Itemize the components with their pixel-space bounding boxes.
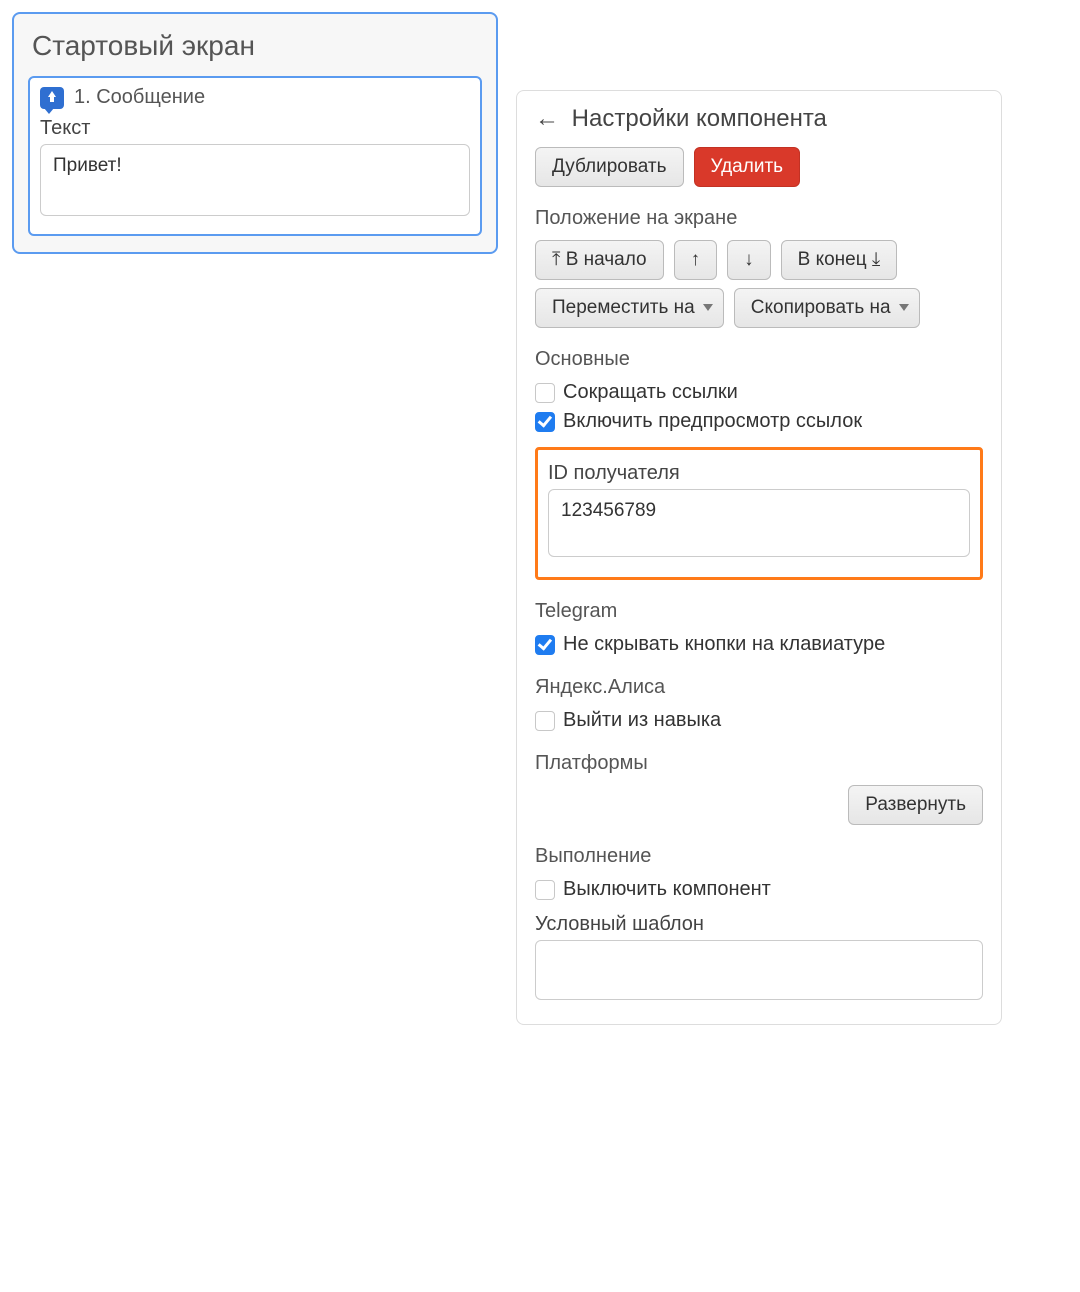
chevron-down-icon [899, 304, 909, 311]
telegram-keep-kb-checkbox[interactable] [535, 635, 555, 655]
screen-title: Стартовый экран [32, 30, 478, 62]
move-to-start-button[interactable]: ⤒ В начало [535, 240, 664, 280]
position-section-label: Положение на экране [535, 207, 983, 230]
alice-section-label: Яндекс.Алиса [535, 676, 983, 699]
recipient-id-highlight: ID получателя [535, 447, 983, 580]
settings-panel: ← Настройки компонента Дублировать Удали… [516, 90, 1002, 1025]
alice-exit-checkbox[interactable] [535, 711, 555, 731]
text-field-label: Текст [40, 117, 470, 140]
preview-links-label: Включить предпросмотр ссылок [563, 410, 862, 433]
move-down-button[interactable]: ↓ [727, 240, 771, 280]
chevron-down-icon [703, 304, 713, 311]
recipient-id-label: ID получателя [548, 462, 970, 485]
message-text-input[interactable] [40, 144, 470, 216]
settings-title: ← Настройки компонента [535, 105, 983, 133]
preview-links-checkbox[interactable] [535, 412, 555, 432]
back-arrow-icon[interactable]: ← [535, 105, 559, 132]
template-input[interactable] [535, 940, 983, 1000]
disable-component-label: Выключить компонент [563, 878, 771, 901]
move-to-end-button[interactable]: В конец ⤓ [781, 240, 898, 280]
telegram-keep-kb-label: Не скрывать кнопки на клавиатуре [563, 633, 885, 656]
move-up-button[interactable]: ↑ [674, 240, 718, 280]
copy-to-dropdown[interactable]: Скопировать на [734, 288, 920, 328]
main-section-label: Основные [535, 348, 983, 371]
component-header: 1. Сообщение [40, 86, 470, 109]
telegram-section-label: Telegram [535, 600, 983, 623]
shorten-links-label: Сокращать ссылки [563, 381, 738, 404]
move-to-dropdown[interactable]: Переместить на [535, 288, 724, 328]
duplicate-button[interactable]: Дублировать [535, 147, 684, 187]
execution-section-label: Выполнение [535, 845, 983, 868]
disable-component-checkbox[interactable] [535, 880, 555, 900]
platforms-section-label: Платформы [535, 752, 983, 775]
component-card[interactable]: 1. Сообщение Текст [28, 76, 482, 236]
expand-platforms-button[interactable]: Развернуть [848, 785, 983, 825]
shorten-links-checkbox[interactable] [535, 383, 555, 403]
screen-card: Стартовый экран 1. Сообщение Текст [12, 12, 498, 254]
settings-title-text: Настройки компонента [572, 105, 827, 132]
component-title: 1. Сообщение [74, 86, 205, 109]
template-label: Условный шаблон [535, 913, 983, 936]
delete-button[interactable]: Удалить [694, 147, 801, 187]
message-icon [40, 87, 64, 109]
recipient-id-input[interactable] [548, 489, 970, 557]
alice-exit-label: Выйти из навыка [563, 709, 721, 732]
